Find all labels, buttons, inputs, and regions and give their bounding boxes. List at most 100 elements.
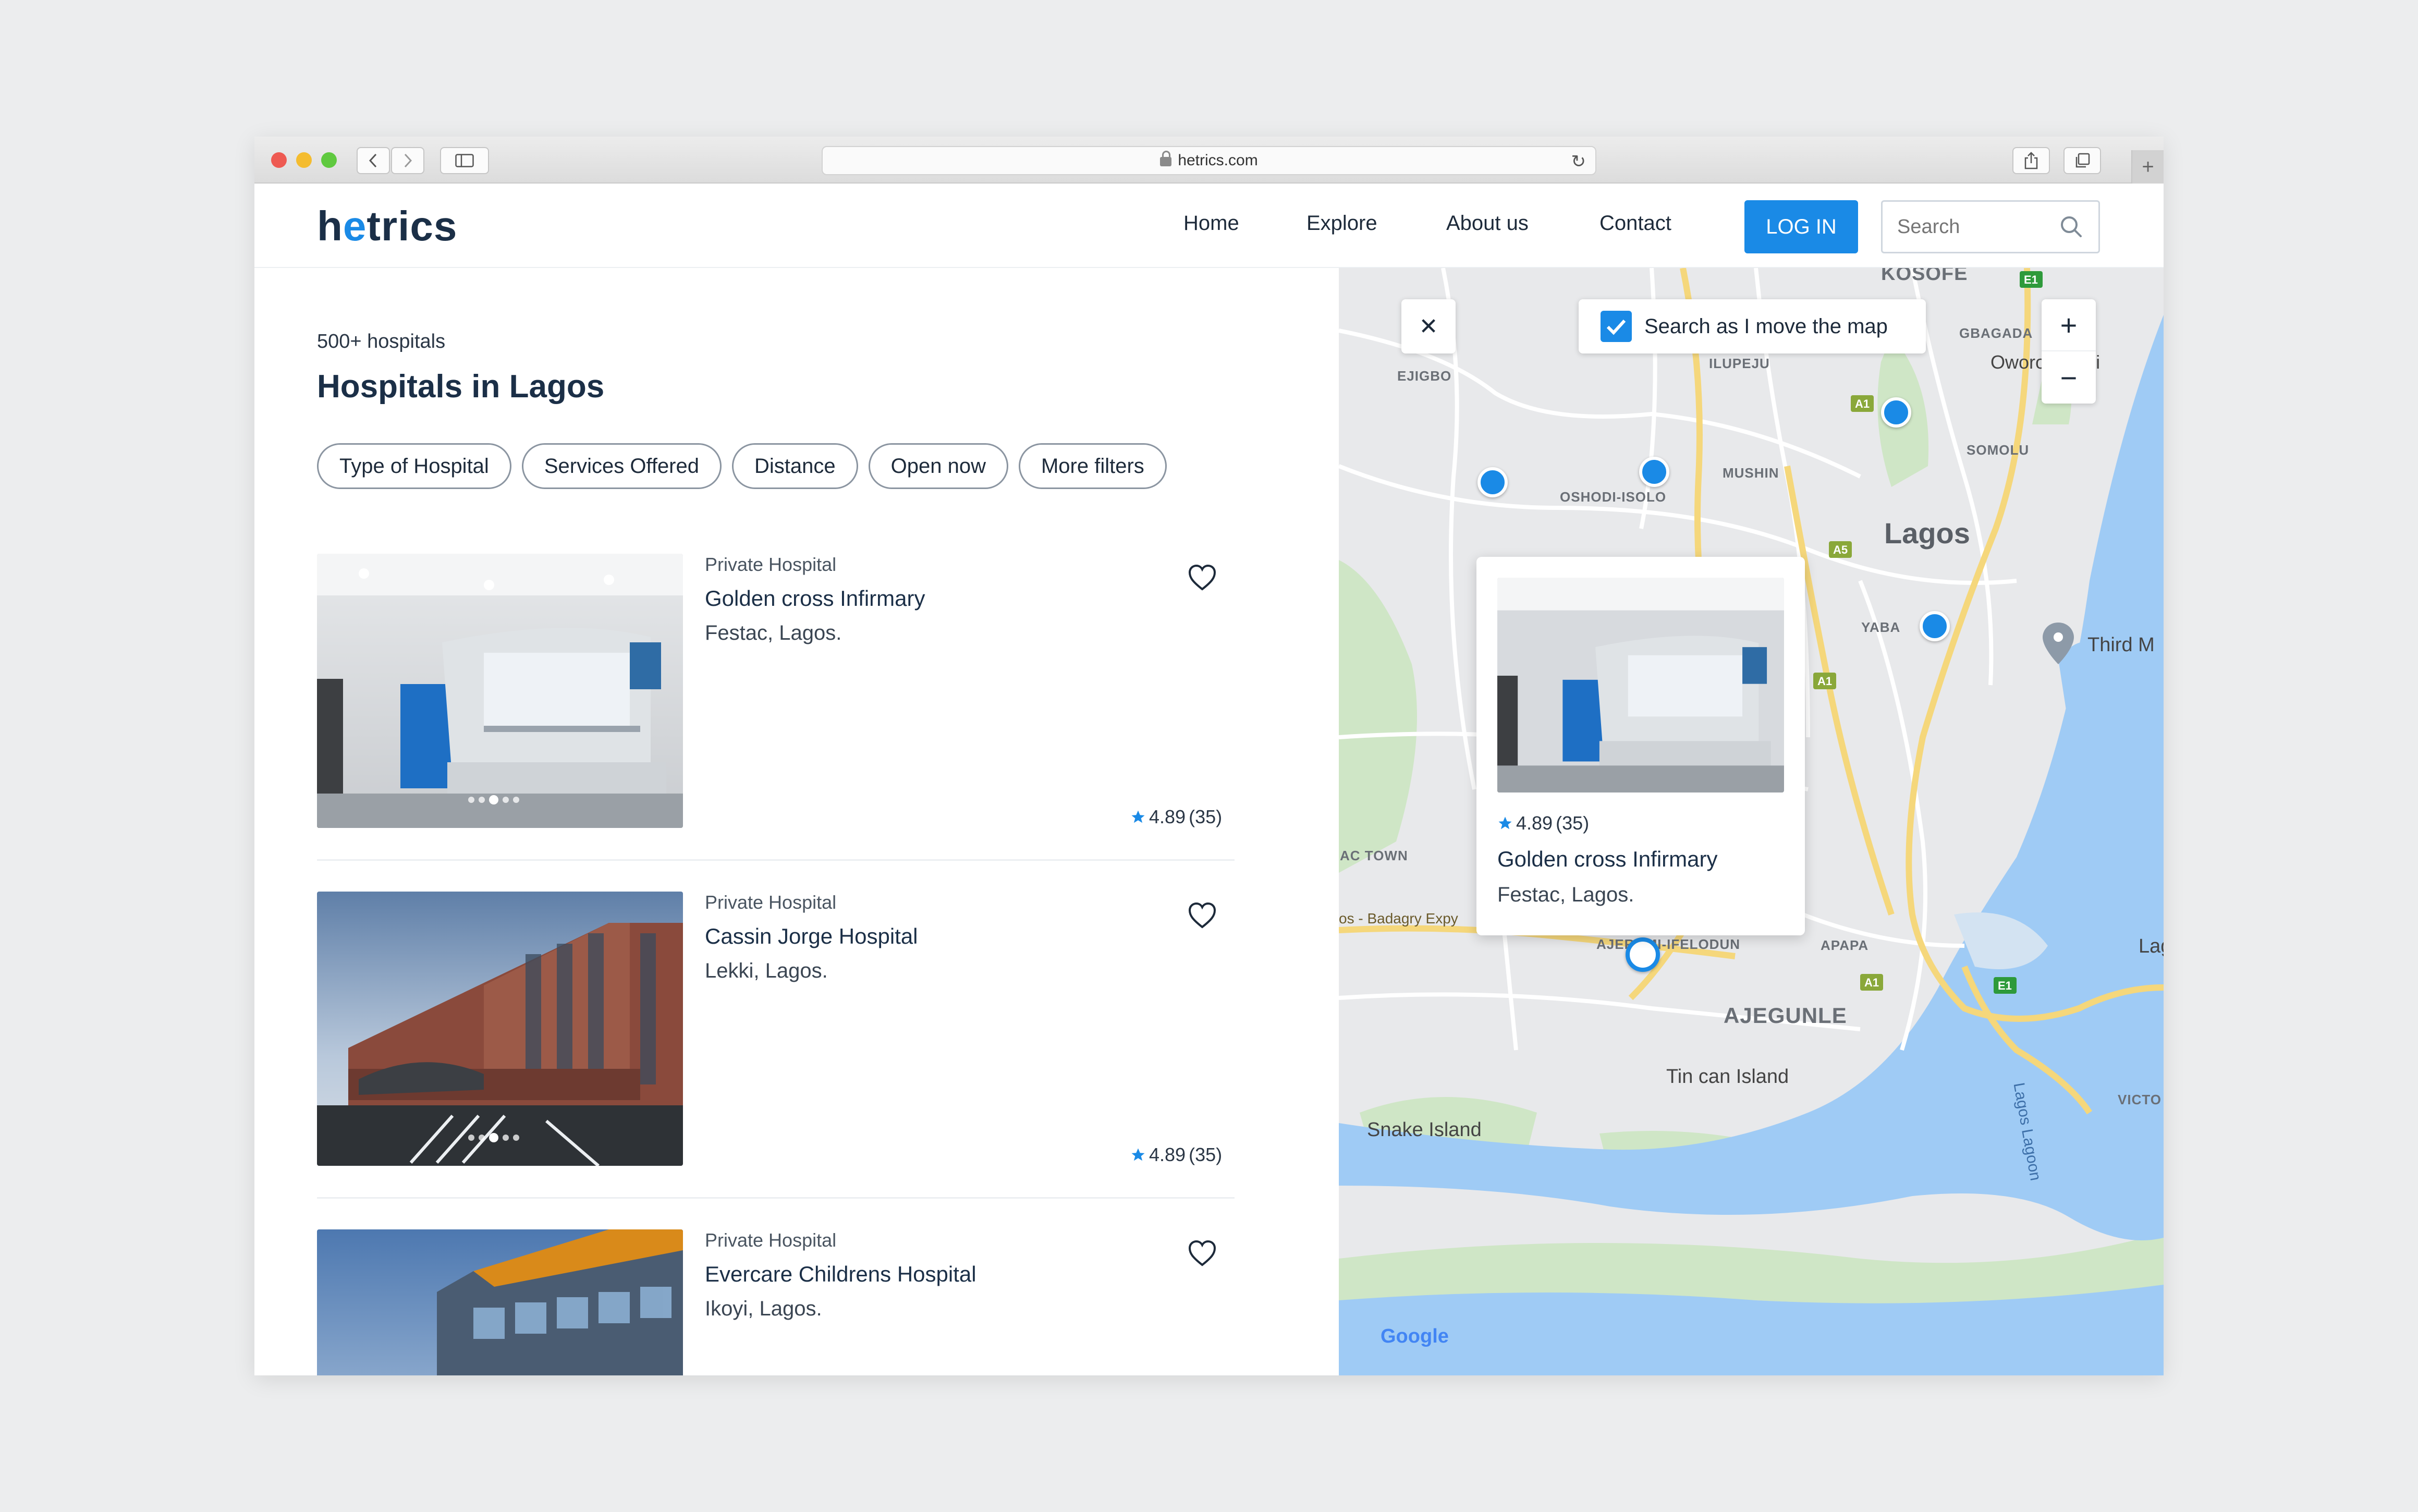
heart-icon[interactable] (1188, 1240, 1217, 1267)
filter-more-filters[interactable]: More filters (1018, 443, 1167, 489)
hospital-photo[interactable] (317, 892, 683, 1166)
hospital-type: Private Hospital (705, 1229, 837, 1251)
tabs-overview-button[interactable] (2063, 147, 2101, 174)
divider (317, 859, 1235, 861)
zoom-in-button[interactable]: + (2042, 299, 2096, 351)
carousel-dot[interactable] (503, 1135, 509, 1141)
divider (317, 1197, 1235, 1199)
nav-explore[interactable]: Explore (1306, 212, 1377, 235)
map-pin[interactable] (1477, 467, 1508, 497)
heart-icon[interactable] (1188, 564, 1217, 591)
checkbox-checked-icon[interactable] (1601, 311, 1632, 342)
hospital-type: Private Hospital (705, 554, 837, 575)
map-pin[interactable] (1639, 457, 1669, 487)
carousel-dots (468, 795, 519, 804)
rating-value: 4.89 (1149, 806, 1186, 827)
close-map-button[interactable]: ✕ (1401, 299, 1456, 353)
map-pin[interactable] (1920, 611, 1950, 641)
map-label-yaba: YABA (1861, 619, 1901, 635)
logo-text-h: h (317, 203, 343, 249)
nav-contact[interactable]: Contact (1599, 212, 1671, 235)
share-button[interactable] (2012, 147, 2050, 174)
reload-icon[interactable]: ↻ (1571, 151, 1586, 172)
close-window-button[interactable] (271, 152, 287, 168)
google-logo: Google (1381, 1325, 1449, 1347)
login-button[interactable]: LOG IN (1744, 200, 1858, 253)
search-icon[interactable] (2059, 215, 2082, 238)
sidebar-icon (455, 154, 474, 167)
site-header: hetrics Home Explore About us Contact LO… (254, 184, 2164, 268)
hospital-card[interactable]: Private Hospital Cassin Jorge Hospital L… (317, 892, 1235, 1204)
hospital-name[interactable]: Evercare Childrens Hospital (705, 1262, 976, 1287)
map-hospital-popup[interactable]: 4.89 (35) Golden cross Infirmary Festac,… (1476, 557, 1805, 935)
carousel-dot[interactable] (468, 1135, 474, 1141)
filter-bar: Type of Hospital Services Offered Distan… (317, 443, 1167, 489)
popup-hospital-name[interactable]: Golden cross Infirmary (1497, 847, 1717, 872)
map-label-ajeromi: AJEROMI-IFELODUN (1596, 936, 1740, 952)
map-label-lag: Lag (2139, 935, 2164, 957)
chevron-right-icon (404, 153, 412, 168)
star-icon (1498, 816, 1512, 830)
heart-icon[interactable] (1188, 902, 1217, 929)
hospital-photo[interactable] (317, 554, 683, 828)
hospital-building-photo (317, 892, 683, 1166)
zoom-out-button[interactable]: − (2042, 351, 2096, 404)
hospital-name[interactable]: Cassin Jorge Hospital (705, 924, 918, 949)
lock-icon (1160, 151, 1172, 166)
filter-open-now[interactable]: Open now (868, 443, 1008, 489)
map-panel[interactable]: E1 A1 A5 A1 A1 E1 KOSOFE GBAGADA Oworons… (1339, 268, 2164, 1375)
hospital-name[interactable]: Golden cross Infirmary (705, 586, 925, 611)
popup-photo[interactable] (1497, 578, 1784, 792)
browser-toolbar: hetrics.com ↻ + (254, 137, 2164, 184)
map-pin[interactable] (1881, 397, 1911, 428)
carousel-dot[interactable] (513, 797, 519, 803)
search-as-move-label: Search as I move the map (1644, 314, 1888, 338)
results-count: 500+ hospitals (317, 331, 446, 352)
road-a1-top: A1 (1855, 397, 1870, 410)
hospital-card[interactable]: Private Hospital Golden cross Infirmary … (317, 554, 1235, 867)
new-tab-button[interactable]: + (2131, 150, 2164, 184)
filter-type-of-hospital[interactable]: Type of Hospital (317, 443, 511, 489)
star-icon (1131, 810, 1145, 823)
zoom-controls: + − (2042, 299, 2096, 404)
reception-photo (1497, 578, 1784, 792)
nav-home[interactable]: Home (1183, 212, 1239, 235)
carousel-dot-active[interactable] (489, 795, 498, 804)
carousel-dot[interactable] (479, 1135, 485, 1141)
map-label-third-mainland: Third M (2087, 634, 2155, 656)
map-pin-selected[interactable] (1626, 937, 1660, 972)
map-label-kosofe: KOSOFE (1881, 268, 1968, 285)
road-e1-low: E1 (1998, 979, 2012, 992)
popup-hospital-location: Festac, Lagos. (1497, 883, 1634, 906)
minimize-window-button[interactable] (296, 152, 312, 168)
reception-photo (317, 554, 683, 828)
carousel-dot[interactable] (468, 797, 474, 803)
map-label-victoria: VICTO (2118, 1092, 2161, 1107)
hospital-card[interactable]: Private Hospital Evercare Childrens Hosp… (317, 1229, 1235, 1375)
hospital-type: Private Hospital (705, 892, 837, 913)
hospital-location: Lekki, Lagos. (705, 959, 828, 982)
hetrics-logo[interactable]: hetrics (317, 202, 457, 250)
close-icon: ✕ (1419, 313, 1438, 339)
forward-button[interactable] (391, 147, 424, 174)
carousel-dot[interactable] (503, 797, 509, 803)
carousel-dot[interactable] (513, 1135, 519, 1141)
sidebar-toggle-button[interactable] (440, 147, 489, 174)
address-bar[interactable]: hetrics.com ↻ (822, 146, 1596, 175)
road-e1-top: E1 (2024, 273, 2038, 286)
map-label-ajegunle: AJEGUNLE (1724, 1003, 1847, 1028)
maximize-window-button[interactable] (321, 152, 337, 168)
back-button[interactable] (357, 147, 390, 174)
rating-value: 4.89 (1149, 1144, 1186, 1165)
search-as-move-toggle[interactable]: Search as I move the map (1579, 299, 1926, 353)
carousel-dot-active[interactable] (489, 1133, 498, 1142)
hospital-photo[interactable] (317, 1229, 683, 1375)
filter-distance[interactable]: Distance (732, 443, 858, 489)
nav-about-us[interactable]: About us (1446, 212, 1529, 235)
browser-window: hetrics.com ↻ + hetrics Home Explore Abo… (254, 137, 2164, 1375)
map-label-mushin: MUSHIN (1723, 465, 1779, 481)
filter-services-offered[interactable]: Services Offered (521, 443, 722, 489)
hospital-listing-panel: 500+ hospitals Hospitals in Lagos Type o… (254, 268, 1339, 1375)
carousel-dot[interactable] (479, 797, 485, 803)
hospital-rating: 4.89 (35) (1130, 806, 1222, 828)
